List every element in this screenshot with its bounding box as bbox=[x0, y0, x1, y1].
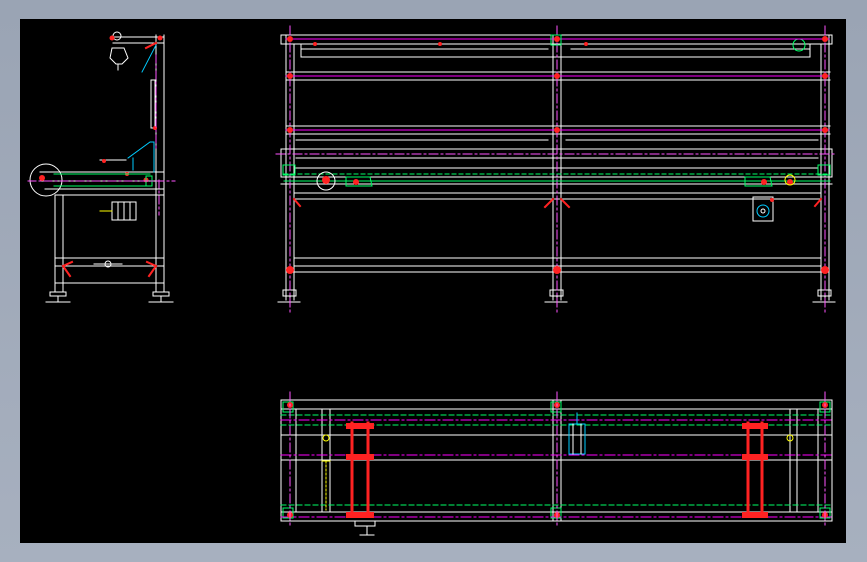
side-view bbox=[29, 31, 174, 303]
side-view-guides bbox=[53, 173, 153, 187]
cad-drawing bbox=[27, 25, 837, 536]
side-view-centerlines bbox=[27, 54, 176, 216]
cad-model-viewport[interactable] bbox=[20, 19, 846, 543]
top-view-motor bbox=[568, 412, 586, 455]
